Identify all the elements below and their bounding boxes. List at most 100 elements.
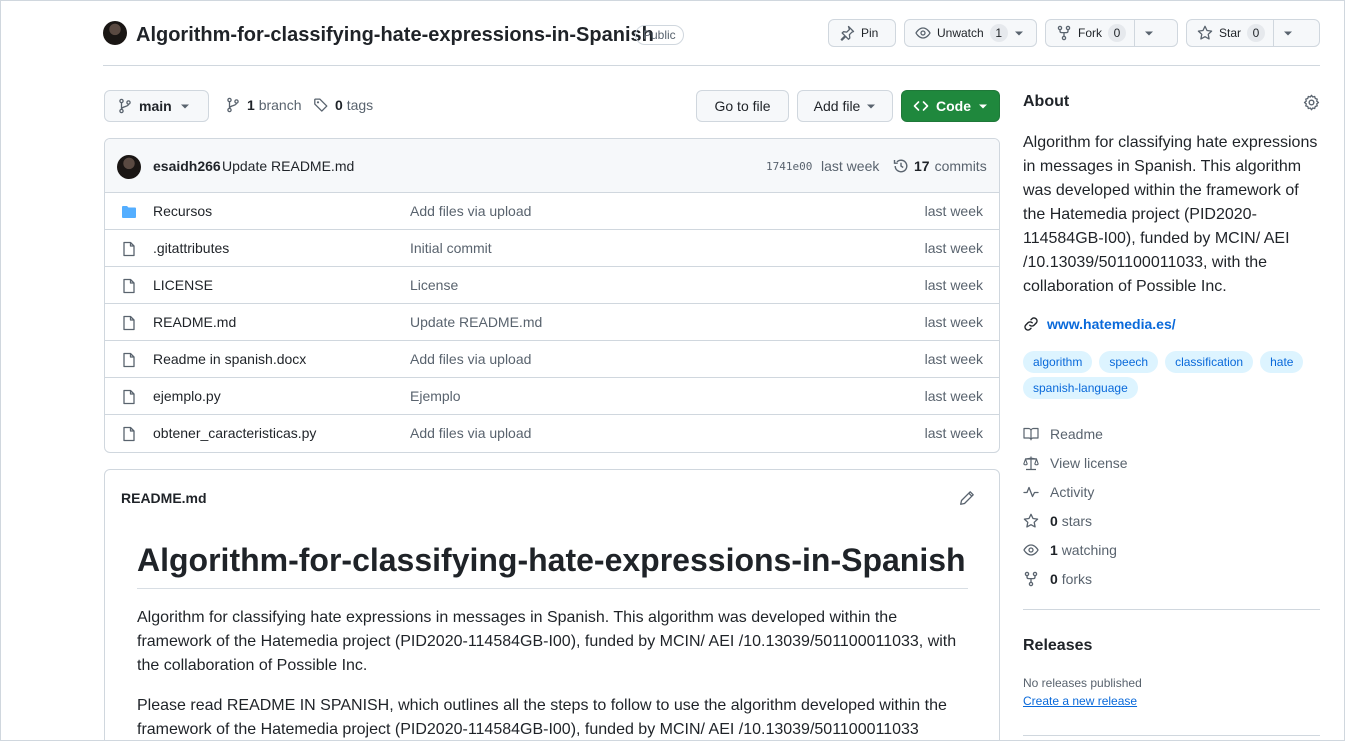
- commit-sha[interactable]: 1741e00: [766, 160, 812, 173]
- link-icon: [1024, 317, 1038, 331]
- code-icon: [913, 101, 929, 111]
- file-commit-time: last week: [924, 388, 983, 404]
- eye-icon: [1023, 543, 1039, 556]
- commit-count-label: commits: [934, 158, 987, 174]
- file-icon: [123, 389, 135, 405]
- file-name[interactable]: Readme in spanish.docx: [153, 351, 306, 367]
- pin-button[interactable]: Pin: [828, 19, 896, 47]
- pencil-icon[interactable]: [959, 490, 975, 506]
- commits-link[interactable]: 17 commits: [893, 158, 987, 174]
- add-file-button[interactable]: Add file: [797, 90, 893, 122]
- pulse-icon: [1023, 486, 1039, 497]
- go-to-file-label: Go to file: [714, 98, 771, 114]
- forks-link[interactable]: 0 forks: [1023, 564, 1128, 593]
- readme-panel: README.md Algorithm-for-classifying-hate…: [104, 469, 1000, 741]
- visibility-badge: Public: [635, 25, 684, 45]
- file-row[interactable]: Readme in spanish.docx Add files via upl…: [105, 341, 999, 378]
- commit-message[interactable]: Update README.md: [222, 158, 354, 174]
- caret-down-icon: [1145, 31, 1153, 36]
- watch-counter: 1: [989, 24, 1008, 42]
- file-commit-time: last week: [924, 425, 983, 441]
- branch-select-button[interactable]: main: [104, 90, 209, 122]
- topic-tag[interactable]: classification: [1165, 351, 1254, 373]
- about-description: Algorithm for classifying hate expressio…: [1023, 134, 1318, 295]
- caret-down-icon: [1284, 31, 1293, 36]
- caret-down-icon: [867, 104, 876, 109]
- latest-commit-bar: esaidh266 Update README.md 1741e00 last …: [105, 139, 999, 193]
- create-release-link[interactable]: Create a new release: [1023, 694, 1137, 708]
- sidebar-divider: [1023, 735, 1320, 736]
- commit-author[interactable]: esaidh266: [153, 158, 221, 174]
- watching-count: 1: [1050, 541, 1058, 558]
- file-browser: esaidh266 Update README.md 1741e00 last …: [104, 138, 1000, 453]
- releases-empty-text: No releases published: [1023, 676, 1142, 690]
- file-commit-message[interactable]: Add files via upload: [410, 425, 531, 441]
- file-name[interactable]: Recursos: [153, 203, 212, 219]
- commit-author-avatar[interactable]: [117, 155, 141, 179]
- file-commit-message[interactable]: License: [410, 277, 458, 293]
- topics-list: algorithm speech classification hate spanish…: [1023, 351, 1321, 399]
- code-button[interactable]: Code: [901, 90, 1000, 122]
- branches-link[interactable]: 1 branch: [225, 97, 302, 113]
- file-name[interactable]: LICENSE: [153, 277, 213, 293]
- fork-menu-button[interactable]: [1134, 20, 1163, 46]
- law-icon: [1023, 456, 1039, 470]
- tag-icon: [314, 98, 328, 112]
- book-icon: [1023, 427, 1039, 440]
- star-counter: 0: [1247, 24, 1266, 42]
- file-icon: [123, 315, 135, 331]
- topic-tag[interactable]: spanish-language: [1023, 377, 1138, 399]
- file-name[interactable]: ejemplo.py: [153, 388, 221, 404]
- topic-tag[interactable]: speech: [1099, 351, 1159, 373]
- file-commit-message[interactable]: Add files via upload: [410, 203, 531, 219]
- add-file-label: Add file: [813, 98, 861, 114]
- caret-down-icon: [180, 104, 189, 109]
- tags-link[interactable]: 0 tags: [313, 97, 373, 113]
- activity-link-label: Activity: [1050, 483, 1095, 500]
- file-row[interactable]: .gitattributes Initial commit last week: [105, 230, 999, 267]
- file-name[interactable]: .gitattributes: [153, 240, 229, 256]
- file-icon: [123, 241, 135, 257]
- code-label: Code: [936, 98, 971, 114]
- file-row[interactable]: obtener_caracteristicas.py Add files via…: [105, 415, 999, 452]
- commit-time: last week: [821, 158, 880, 174]
- gear-icon[interactable]: [1303, 94, 1320, 111]
- repo-owner-avatar[interactable]: [103, 21, 127, 45]
- branch-icon: [119, 98, 131, 114]
- unwatch-label: Unwatch: [937, 26, 984, 40]
- stars-link[interactable]: 0 stars: [1023, 506, 1128, 535]
- topic-tag[interactable]: algorithm: [1023, 351, 1093, 373]
- pin-icon: [840, 25, 855, 41]
- website-link[interactable]: www.hatemedia.es/: [1023, 316, 1176, 332]
- unwatch-button[interactable]: Unwatch 1: [904, 19, 1037, 47]
- file-row[interactable]: ejemplo.py Ejemplo last week: [105, 378, 999, 415]
- file-name[interactable]: obtener_caracteristicas.py: [153, 425, 316, 441]
- watchers-link[interactable]: 1 watching: [1023, 535, 1128, 564]
- fork-label: Fork: [1078, 26, 1102, 40]
- readme-link[interactable]: Readme: [1023, 419, 1128, 448]
- file-commit-time: last week: [924, 203, 983, 219]
- star-button[interactable]: Star 0: [1186, 19, 1320, 47]
- file-commit-message[interactable]: Update README.md: [410, 314, 542, 330]
- star-menu-button[interactable]: [1273, 20, 1302, 46]
- file-row[interactable]: Recursos Add files via upload last week: [105, 193, 999, 230]
- topic-tag[interactable]: hate: [1260, 351, 1304, 373]
- go-to-file-button[interactable]: Go to file: [696, 90, 789, 122]
- file-commit-message[interactable]: Add files via upload: [410, 351, 531, 367]
- releases-title[interactable]: Releases: [1023, 637, 1092, 655]
- file-row[interactable]: LICENSE License last week: [105, 267, 999, 304]
- license-link[interactable]: View license: [1023, 448, 1128, 477]
- activity-link[interactable]: Activity: [1023, 477, 1128, 506]
- file-commit-time: last week: [924, 240, 983, 256]
- fork-button[interactable]: Fork 0: [1045, 19, 1178, 47]
- repo-title[interactable]: Algorithm-for-classifying-hate-expressio…: [136, 21, 654, 49]
- watching-label: watching: [1061, 541, 1117, 558]
- file-row[interactable]: README.md Update README.md last week: [105, 304, 999, 341]
- license-link-label: View license: [1050, 454, 1128, 471]
- file-icon: [123, 352, 135, 368]
- file-name[interactable]: README.md: [153, 314, 236, 330]
- history-icon: [893, 159, 908, 173]
- tag-count-label: tags: [346, 97, 374, 113]
- file-commit-message[interactable]: Initial commit: [410, 240, 492, 256]
- file-commit-message[interactable]: Ejemplo: [410, 388, 461, 404]
